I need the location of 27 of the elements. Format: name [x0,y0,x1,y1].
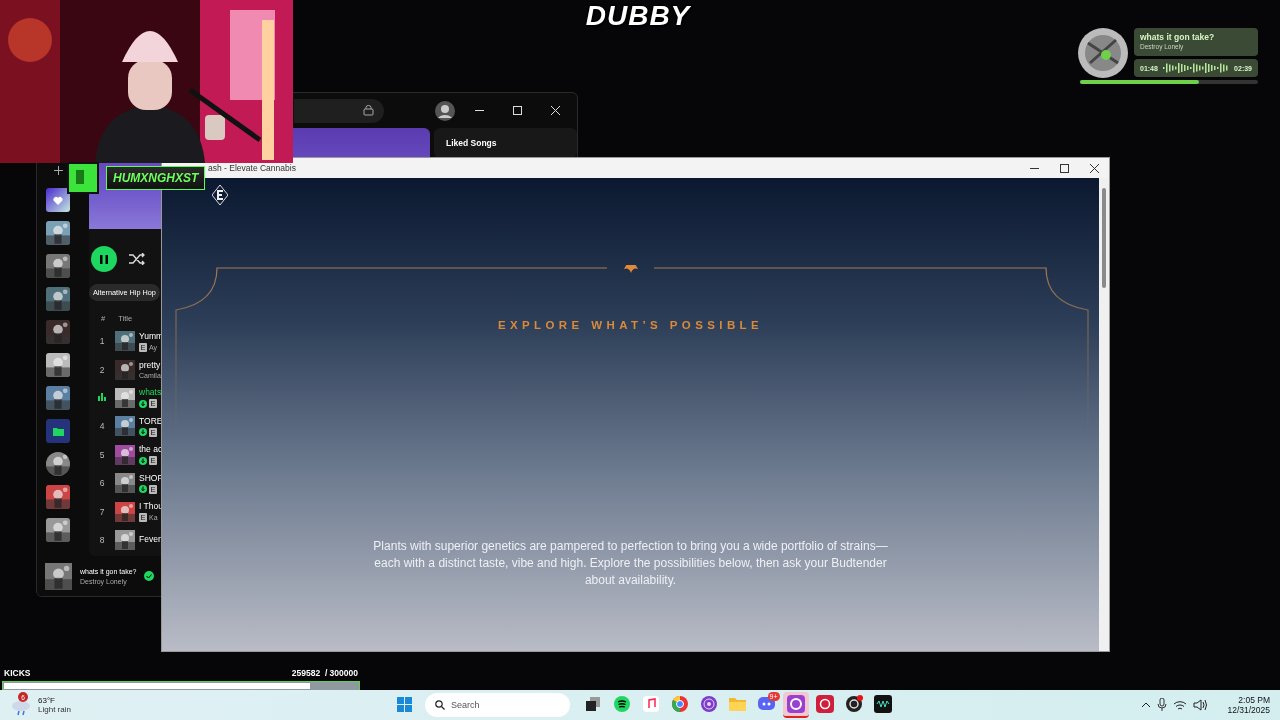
track-number: 1 [98,336,106,347]
panel-title: Liked Songs [446,138,497,148]
track-number: 5 [98,449,106,460]
goal-count: 259582 / 300000 [291,668,358,678]
channel-name: HUMXNGHXST [113,171,199,185]
track-title[interactable]: TORE [139,415,163,426]
track-title: whats it gon take? [1140,32,1216,42]
goal-label: KICKS [4,668,31,678]
track-title[interactable]: whats [139,387,162,398]
track-title[interactable]: the ac [139,444,163,455]
intro-paragraph: Plants with superior genetics are pampered to perfection to bring you a wide portfolio of strains—each with a distinct taste, vibe and high. Explore the possibilities below, then ask your Budtender about availability. [372,538,889,589]
track-title[interactable]: Fever [139,533,161,544]
weather-condition: Light rain [38,705,71,714]
track-number: 4 [98,421,106,432]
track-title[interactable]: I Thou [139,501,163,512]
track-number: 6 [98,478,106,489]
section-heading: EXPLORE WHAT’S POSSIBLE [497,319,764,333]
clock[interactable]: 2:05 PM 12/31/2025 [1227,695,1270,715]
track-number: 2 [98,364,106,375]
track-number: 7 [98,506,106,517]
window-title: ash - Elevate Cannabis [208,163,296,173]
track-title[interactable]: pretty [139,360,161,371]
temperature: 63°F [38,696,56,705]
search-field[interactable]: Search [425,693,570,717]
track-number: 8 [98,534,106,545]
stream-logo: DUBBY [585,0,691,32]
track-title[interactable]: SHOF [139,472,163,483]
